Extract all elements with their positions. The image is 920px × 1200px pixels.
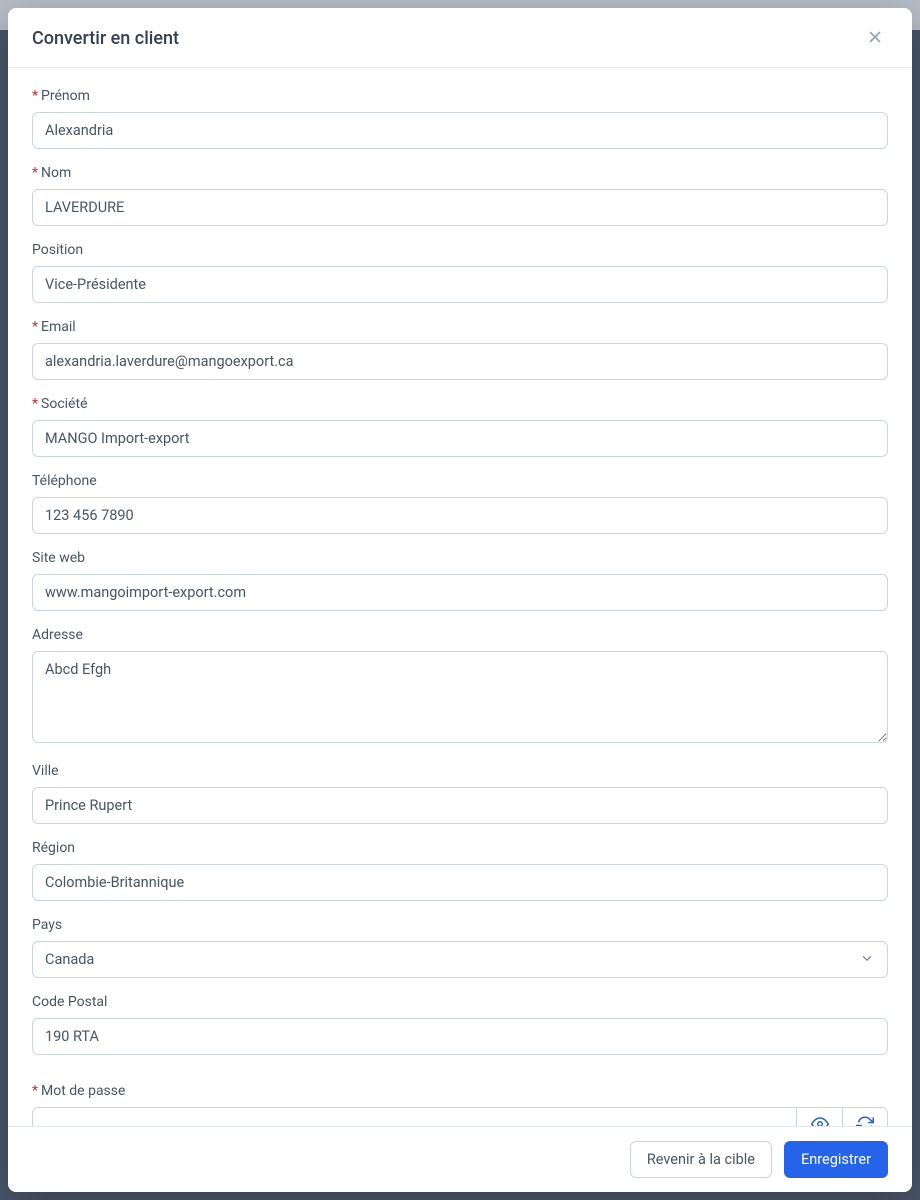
label-company: *Société — [32, 396, 888, 412]
input-phone[interactable] — [32, 497, 888, 534]
generate-password-button[interactable] — [842, 1107, 888, 1126]
label-firstname: *Prénom — [32, 88, 888, 104]
input-region[interactable] — [32, 864, 888, 901]
field-website: Site web — [32, 550, 888, 611]
field-phone: Téléphone — [32, 473, 888, 534]
field-postal: Code Postal — [32, 994, 888, 1055]
label-password: *Mot de passe — [32, 1083, 888, 1099]
modal-title: Convertir en client — [32, 28, 179, 49]
field-lastname: *Nom — [32, 165, 888, 226]
select-country[interactable]: Canada — [32, 941, 888, 978]
field-city: Ville — [32, 763, 888, 824]
field-country: Pays Canada — [32, 917, 888, 978]
input-firstname[interactable] — [32, 112, 888, 149]
input-password[interactable] — [32, 1107, 796, 1126]
input-position[interactable] — [32, 266, 888, 303]
label-city: Ville — [32, 763, 888, 779]
input-address[interactable] — [32, 651, 888, 743]
eye-icon — [811, 1115, 829, 1126]
input-company[interactable] — [32, 420, 888, 457]
toggle-password-visibility-button[interactable] — [796, 1107, 842, 1126]
modal-body: *Prénom *Nom Position *Email *Société Té… — [8, 68, 912, 1126]
label-website: Site web — [32, 550, 888, 566]
field-company: *Société — [32, 396, 888, 457]
label-postal: Code Postal — [32, 994, 888, 1010]
close-button[interactable] — [862, 24, 888, 53]
save-button[interactable]: Enregistrer — [784, 1141, 888, 1178]
field-position: Position — [32, 242, 888, 303]
label-lastname: *Nom — [32, 165, 888, 181]
input-website[interactable] — [32, 574, 888, 611]
input-email[interactable] — [32, 343, 888, 380]
input-postal[interactable] — [32, 1018, 888, 1055]
modal-footer: Revenir à la cible Enregistrer — [8, 1126, 912, 1192]
input-city[interactable] — [32, 787, 888, 824]
refresh-icon — [856, 1115, 874, 1126]
back-button[interactable]: Revenir à la cible — [630, 1141, 772, 1178]
label-position: Position — [32, 242, 888, 258]
field-address: Adresse — [32, 627, 888, 747]
convert-client-modal: Convertir en client *Prénom *Nom Positio… — [8, 8, 912, 1192]
label-phone: Téléphone — [32, 473, 888, 489]
input-lastname[interactable] — [32, 189, 888, 226]
field-region: Région — [32, 840, 888, 901]
field-firstname: *Prénom — [32, 88, 888, 149]
modal-header: Convertir en client — [8, 8, 912, 68]
close-icon — [866, 28, 884, 49]
label-country: Pays — [32, 917, 888, 933]
field-email: *Email — [32, 319, 888, 380]
label-email: *Email — [32, 319, 888, 335]
field-password: *Mot de passe — [32, 1083, 888, 1126]
label-address: Adresse — [32, 627, 888, 643]
label-region: Région — [32, 840, 888, 856]
